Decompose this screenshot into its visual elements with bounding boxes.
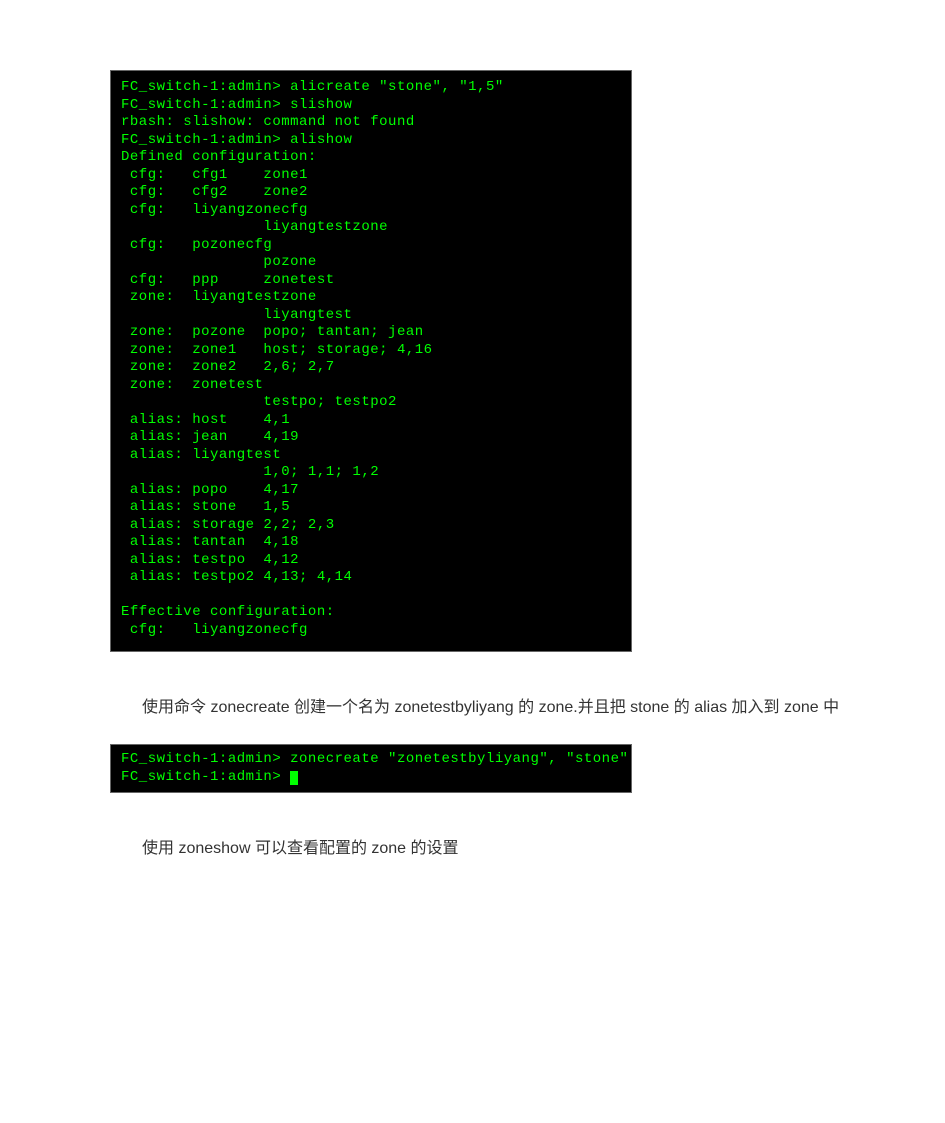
- terminal-cursor: [290, 771, 298, 785]
- paragraph-1: 使用命令 zonecreate 创建一个名为 zonetestbyliyang …: [110, 692, 845, 724]
- paragraph-2-text: 使用 zoneshow 可以查看配置的 zone 的设置: [142, 840, 459, 857]
- terminal-output-2: FC_switch-1:admin> zonecreate "zonetestb…: [110, 744, 632, 793]
- terminal-1-text: FC_switch-1:admin> alicreate "stone", "1…: [121, 79, 504, 638]
- terminal-output-1: FC_switch-1:admin> alicreate "stone", "1…: [110, 70, 632, 652]
- document-page: FC_switch-1:admin> alicreate "stone", "1…: [0, 0, 945, 935]
- terminal-2-text: FC_switch-1:admin> zonecreate "zonetestb…: [121, 751, 628, 785]
- paragraph-2: 使用 zoneshow 可以查看配置的 zone 的设置: [110, 833, 845, 865]
- paragraph-1-text: 使用命令 zonecreate 创建一个名为 zonetestbyliyang …: [110, 692, 839, 724]
